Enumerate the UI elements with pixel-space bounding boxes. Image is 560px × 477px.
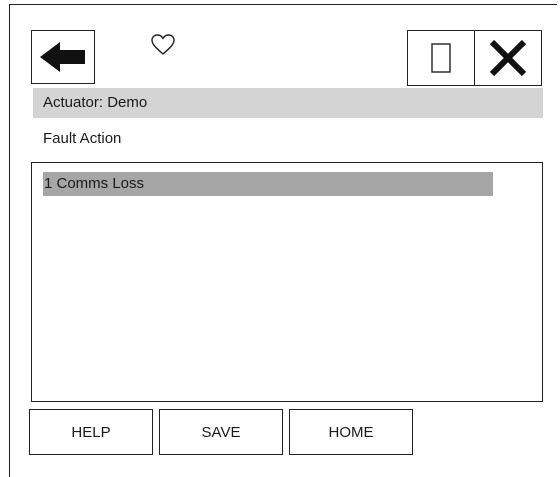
device-label: Actuator: Demo (43, 94, 148, 111)
list-item-label: 1 Comms Loss (44, 175, 145, 192)
close-x-icon (489, 39, 527, 77)
home-button-label: HOME (328, 423, 374, 441)
window-restore-icon (431, 43, 451, 73)
window-button[interactable] (407, 30, 475, 86)
heart-outline-icon (151, 34, 175, 55)
favorite-button[interactable] (148, 30, 178, 60)
page-title: Fault Action (43, 130, 122, 147)
save-button-label: SAVE (201, 423, 241, 441)
help-button[interactable]: HELP (29, 409, 153, 455)
home-button[interactable]: HOME (289, 409, 413, 455)
options-list[interactable]: 1 Comms Loss (31, 162, 543, 402)
device-bar: Actuator: Demo (33, 88, 543, 118)
help-button-label: HELP (71, 423, 111, 441)
save-button[interactable]: SAVE (159, 409, 283, 455)
list-item[interactable]: 1 Comms Loss (43, 172, 493, 196)
close-button[interactable] (474, 30, 542, 86)
arrow-left-icon (40, 42, 85, 72)
back-button[interactable] (31, 30, 95, 84)
